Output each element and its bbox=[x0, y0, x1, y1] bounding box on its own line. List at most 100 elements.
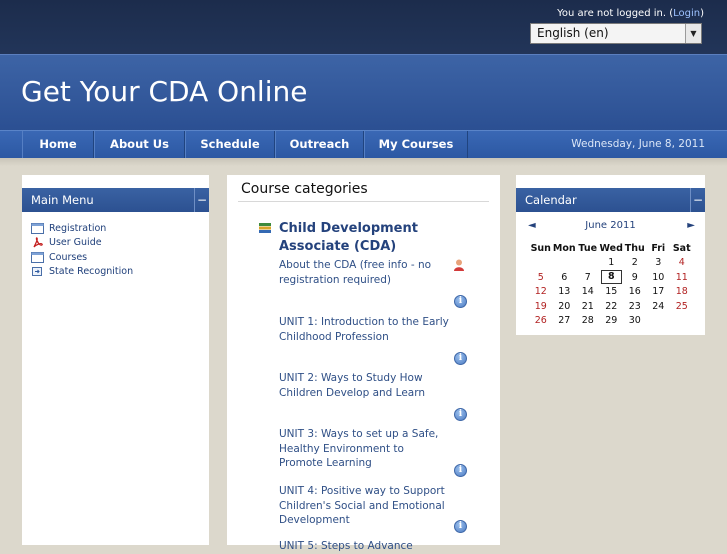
site-title[interactable]: Get Your CDA Online bbox=[21, 75, 307, 108]
calendar-day[interactable]: 12 bbox=[529, 285, 553, 300]
weekday-label: Fri bbox=[651, 242, 666, 254]
calendar-week: 5 6 7 8 9 10 11 bbox=[529, 270, 694, 285]
login-paren: ) bbox=[700, 8, 704, 19]
calendar-day[interactable]: 7 bbox=[576, 270, 600, 285]
menu-item-registration[interactable]: Registration bbox=[31, 221, 133, 236]
guest-access-icon bbox=[452, 257, 466, 276]
calendar-week: 19 20 21 22 23 24 25 bbox=[529, 299, 694, 314]
calendar-empty-cell bbox=[576, 256, 600, 271]
main-menu-list: Registration User Guide Courses State Re… bbox=[31, 221, 133, 279]
menu-item-label: State Recognition bbox=[49, 266, 134, 278]
weekday-label: Thu bbox=[624, 242, 645, 254]
main-menu-header: Main Menu − bbox=[22, 188, 209, 212]
info-icon[interactable]: i bbox=[454, 295, 467, 308]
menu-item-courses[interactable]: Courses bbox=[31, 250, 133, 265]
login-status-text: You are not logged in. ( bbox=[557, 8, 674, 19]
calendar-nav: ◄ June 2011 ► bbox=[516, 220, 705, 234]
info-icon[interactable]: i bbox=[454, 464, 467, 477]
collapse-icon[interactable]: − bbox=[194, 188, 209, 212]
calendar-day[interactable]: 15 bbox=[600, 285, 624, 300]
nav-home[interactable]: Home bbox=[22, 131, 94, 158]
calendar-header: Calendar − bbox=[516, 188, 705, 212]
language-select[interactable]: English (en) ▼ bbox=[530, 23, 702, 44]
calendar-empty-cell bbox=[670, 314, 694, 329]
calendar-day[interactable]: 19 bbox=[529, 299, 553, 314]
calendar-day[interactable]: 3 bbox=[647, 256, 671, 271]
calendar-day[interactable]: 16 bbox=[623, 285, 647, 300]
calendar-day[interactable]: 27 bbox=[553, 314, 577, 329]
weekday-label: Tue bbox=[578, 242, 598, 254]
calendar-empty-cell bbox=[647, 314, 671, 329]
info-icon[interactable]: i bbox=[454, 520, 467, 533]
link-icon bbox=[31, 266, 44, 277]
chevron-down-icon[interactable]: ▼ bbox=[685, 24, 701, 43]
course-link[interactable]: UNIT 3: Ways to set up a Safe, Healthy E… bbox=[279, 427, 449, 471]
calendar-day[interactable]: 6 bbox=[553, 270, 577, 285]
calendar-weekdays: Sun Mon Tue Wed Thu Fri Sat bbox=[529, 241, 694, 256]
login-link[interactable]: Login bbox=[673, 8, 700, 19]
course-categories-heading: Course categories bbox=[241, 181, 368, 197]
calendar-day[interactable]: 25 bbox=[670, 299, 694, 314]
course-link[interactable]: About the CDA (free info - no registrati… bbox=[279, 258, 449, 287]
calendar-day[interactable]: 14 bbox=[576, 285, 600, 300]
language-select-value: English (en) bbox=[537, 26, 609, 40]
calendar-day[interactable]: 21 bbox=[576, 299, 600, 314]
calendar-month[interactable]: June 2011 bbox=[516, 220, 705, 231]
top-bar: You are not logged in. (Login) English (… bbox=[0, 0, 727, 54]
calendar-day[interactable]: 4 bbox=[670, 256, 694, 271]
calendar-empty-cell bbox=[529, 256, 553, 271]
calendar-day[interactable]: 2 bbox=[623, 256, 647, 271]
collapse-icon[interactable]: − bbox=[690, 188, 705, 212]
course-link[interactable]: UNIT 1: Introduction to the Early Childh… bbox=[279, 315, 449, 344]
calendar-day[interactable]: 8 bbox=[600, 270, 624, 285]
calendar-week: 26 27 28 29 30 bbox=[529, 314, 694, 329]
nav-schedule[interactable]: Schedule bbox=[185, 131, 275, 158]
menu-item-label: Courses bbox=[49, 251, 88, 263]
category-icon bbox=[258, 220, 272, 239]
calendar-title: Calendar bbox=[525, 193, 577, 207]
calendar-day[interactable]: 28 bbox=[576, 314, 600, 329]
calendar-day[interactable]: 10 bbox=[647, 270, 671, 285]
pdf-icon bbox=[31, 237, 44, 248]
menu-item-label: User Guide bbox=[49, 237, 102, 249]
nav-outreach[interactable]: Outreach bbox=[275, 131, 364, 158]
main-menu-block: Main Menu − Registration User Guide Cour… bbox=[22, 175, 209, 545]
calendar-day[interactable]: 13 bbox=[553, 285, 577, 300]
calendar-day[interactable]: 22 bbox=[600, 299, 624, 314]
calendar-day[interactable]: 20 bbox=[553, 299, 577, 314]
next-month-icon[interactable]: ► bbox=[687, 220, 695, 231]
nav-shadow bbox=[0, 158, 727, 166]
weekday-label: Sun bbox=[530, 242, 551, 254]
info-icon[interactable]: i bbox=[454, 352, 467, 365]
calendar-days: 1 2 3 4 5 6 7 8 9 10 11 12 13 14 15 16 17 18 19 20 21 22 23 24 2… bbox=[529, 256, 694, 329]
main-nav: Home About Us Schedule Outreach My Cours… bbox=[0, 130, 727, 158]
info-icon[interactable]: i bbox=[454, 408, 467, 421]
calendar-grid: Sun Mon Tue Wed Thu Fri Sat 1 2 3 4 5 6 7 8 9 10 11 12 13 1… bbox=[529, 241, 694, 328]
window-icon bbox=[31, 251, 44, 263]
calendar-week: 1234 bbox=[529, 256, 694, 271]
calendar-day[interactable]: 5 bbox=[529, 270, 553, 285]
course-link[interactable]: UNIT 5: Steps to Advance bbox=[279, 539, 449, 554]
course-link[interactable]: UNIT 2: Ways to Study How Children Devel… bbox=[279, 371, 449, 400]
category-link[interactable]: Child Development Associate (CDA) bbox=[279, 220, 429, 256]
menu-item-label: Registration bbox=[49, 222, 107, 234]
calendar-block: Calendar − ◄ June 2011 ► Sun Mon Tue Wed Thu… bbox=[516, 175, 705, 335]
calendar-day[interactable]: 17 bbox=[647, 285, 671, 300]
calendar-day[interactable]: 24 bbox=[647, 299, 671, 314]
course-link[interactable]: UNIT 4: Positive way to Support Children… bbox=[279, 484, 449, 528]
calendar-day[interactable]: 11 bbox=[670, 270, 694, 285]
nav-about-us[interactable]: About Us bbox=[94, 131, 185, 158]
calendar-day[interactable]: 26 bbox=[529, 314, 553, 329]
calendar-day[interactable]: 9 bbox=[623, 270, 647, 285]
calendar-day[interactable]: 1 bbox=[600, 256, 624, 271]
nav-my-courses[interactable]: My Courses bbox=[364, 131, 468, 158]
menu-item-state-recognition[interactable]: State Recognition bbox=[31, 265, 133, 280]
calendar-day[interactable]: 23 bbox=[623, 299, 647, 314]
calendar-day[interactable]: 18 bbox=[670, 285, 694, 300]
calendar-day[interactable]: 30 bbox=[623, 314, 647, 329]
calendar-day[interactable]: 29 bbox=[600, 314, 624, 329]
heading-divider bbox=[238, 201, 489, 202]
menu-item-user-guide[interactable]: User Guide bbox=[31, 236, 133, 251]
calendar-week: 12 13 14 15 16 17 18 bbox=[529, 285, 694, 300]
weekday-label: Wed bbox=[599, 242, 623, 254]
